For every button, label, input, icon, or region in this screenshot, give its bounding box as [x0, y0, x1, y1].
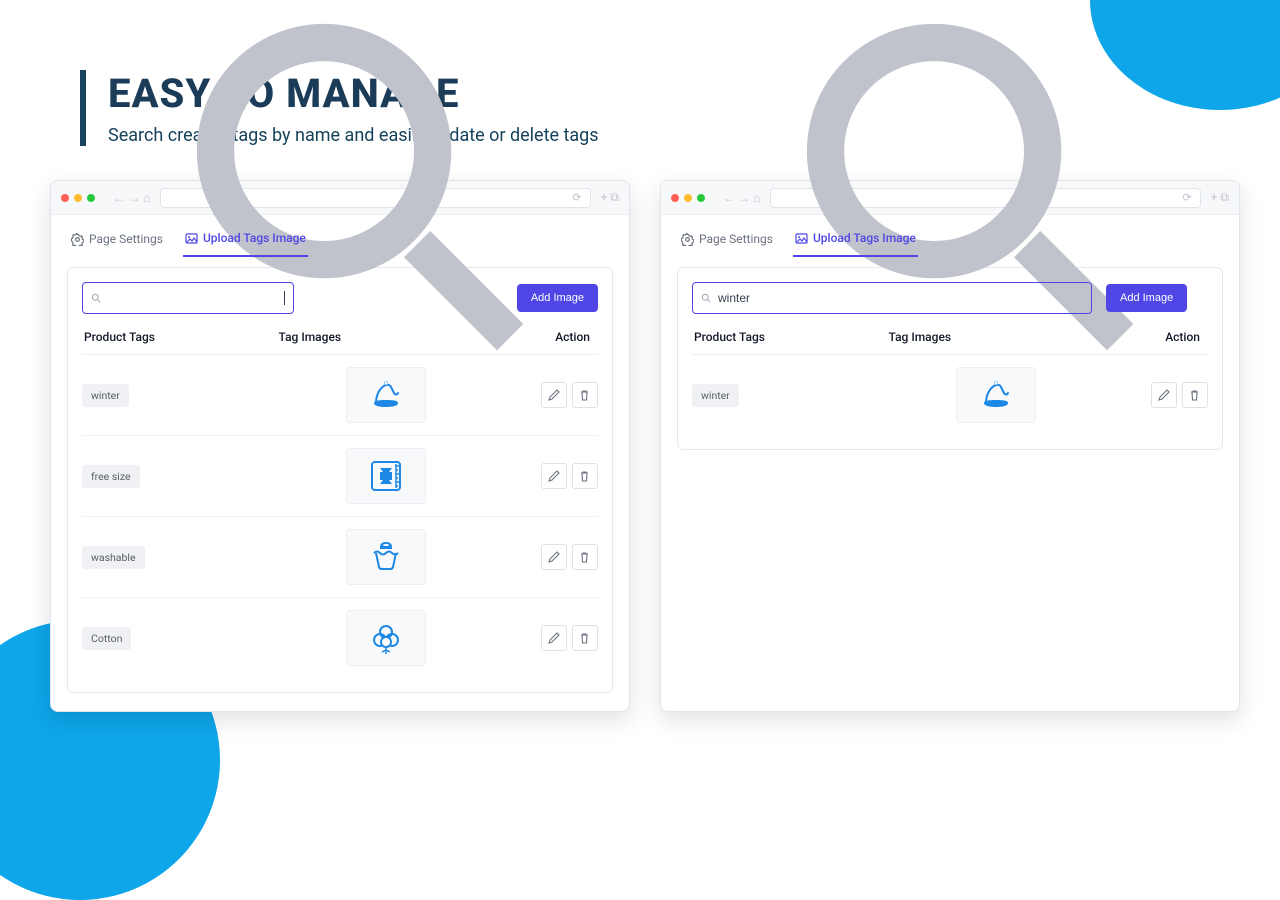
table-row: Cotton — [82, 597, 598, 678]
wash-icon — [366, 537, 406, 577]
search-input-wrap[interactable] — [82, 282, 294, 314]
browser-chrome: ← → ⌂ ⟳ + ⧉ — [661, 181, 1239, 215]
column-header-tags: Product Tags — [694, 330, 889, 344]
trash-icon — [578, 632, 591, 645]
trash-icon — [578, 551, 591, 564]
column-header-tags: Product Tags — [84, 330, 279, 344]
column-header-images: Tag Images — [279, 330, 494, 344]
pencil-icon — [547, 470, 560, 483]
browser-chrome: ← → ⌂ ⟳ + ⧉ — [51, 181, 629, 215]
delete-button[interactable] — [572, 625, 598, 651]
search-icon — [91, 293, 102, 304]
winter-hat-icon — [366, 375, 406, 415]
search-input[interactable] — [718, 291, 1083, 305]
pencil-icon — [1157, 389, 1170, 402]
edit-button[interactable] — [541, 463, 567, 489]
column-header-images: Tag Images — [889, 330, 1104, 344]
pencil-icon — [547, 632, 560, 645]
browser-window-right: ← → ⌂ ⟳ + ⧉ Page Settings Upload Tags Im… — [660, 180, 1240, 712]
tab-label: Page Settings — [89, 232, 163, 246]
tab-upload-tags-image[interactable]: Upload Tags Image — [183, 225, 308, 257]
tag-image-preview — [956, 367, 1036, 423]
tag-image-preview — [346, 529, 426, 585]
tab-page-settings[interactable]: Page Settings — [69, 225, 165, 257]
tag-chip: winter — [82, 384, 129, 407]
tag-chip: washable — [82, 546, 145, 569]
tag-image-preview — [346, 367, 426, 423]
nav-arrows[interactable]: ← → ⌂ — [113, 191, 150, 205]
chrome-actions[interactable]: + ⧉ — [601, 190, 619, 205]
edit-button[interactable] — [541, 544, 567, 570]
address-bar[interactable]: ⟳ — [160, 188, 590, 208]
winter-hat-icon — [976, 375, 1016, 415]
edit-button[interactable] — [1151, 382, 1177, 408]
nav-arrows[interactable]: ← → ⌂ — [723, 191, 760, 205]
trash-icon — [578, 470, 591, 483]
edit-button[interactable] — [541, 382, 567, 408]
tags-panel: Add Image Product Tags Tag Images Action… — [67, 267, 613, 693]
add-image-button[interactable]: Add Image — [1106, 284, 1187, 312]
pencil-icon — [547, 551, 560, 564]
tab-label: Page Settings — [699, 232, 773, 246]
search-input[interactable] — [108, 291, 278, 305]
browser-window-left: ← → ⌂ ⟳ + ⧉ Page Settings Upload Tags Im… — [50, 180, 630, 712]
delete-button[interactable] — [572, 382, 598, 408]
tab-upload-tags-image[interactable]: Upload Tags Image — [793, 225, 918, 257]
tag-chip: winter — [692, 384, 739, 407]
tag-chip: free size — [82, 465, 140, 488]
cotton-icon — [366, 618, 406, 658]
add-image-button[interactable]: Add Image — [517, 284, 598, 312]
table-row: washable — [82, 516, 598, 597]
search-icon — [701, 293, 712, 304]
tab-label: Upload Tags Image — [203, 231, 306, 245]
chrome-actions[interactable]: + ⧉ — [1211, 190, 1229, 205]
delete-button[interactable] — [572, 544, 598, 570]
delete-button[interactable] — [572, 463, 598, 489]
pencil-icon — [547, 389, 560, 402]
size-icon — [366, 456, 406, 496]
trash-icon — [1188, 389, 1201, 402]
table-row: free size — [82, 435, 598, 516]
trash-icon — [578, 389, 591, 402]
delete-button[interactable] — [1182, 382, 1208, 408]
tab-page-settings[interactable]: Page Settings — [679, 225, 775, 257]
search-input-wrap[interactable] — [692, 282, 1092, 314]
tag-image-preview — [346, 448, 426, 504]
edit-button[interactable] — [541, 625, 567, 651]
column-header-action: Action — [1104, 330, 1206, 344]
tab-label: Upload Tags Image — [813, 231, 916, 245]
address-bar[interactable]: ⟳ — [770, 188, 1200, 208]
tag-chip: Cotton — [82, 627, 131, 650]
tag-image-preview — [346, 610, 426, 666]
column-header-action: Action — [494, 330, 596, 344]
